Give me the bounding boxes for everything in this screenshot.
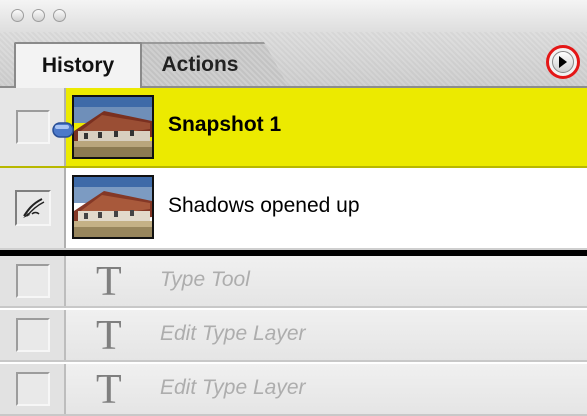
history-source-cell [0,364,66,414]
history-list: Snapshot 1 Shadows opened up T Type Tool… [0,88,587,416]
triangle-right-icon [552,51,574,73]
type-tool-icon: T [96,259,122,305]
history-row-label: Shadows opened up [168,194,360,217]
type-tool-icon: T [96,367,122,413]
history-source-checkbox[interactable] [16,264,50,298]
history-row-label: Edit Type Layer [160,376,306,399]
close-window-button[interactable] [11,9,24,22]
history-row-type-tool[interactable]: T Type Tool [0,256,587,308]
history-source-cell [0,168,66,248]
history-source-checkbox[interactable] [16,372,50,406]
history-row-edit-type-layer[interactable]: T Edit Type Layer [0,310,587,362]
tab-actions[interactable]: Actions [138,42,288,86]
snapshot-thumbnail [72,95,154,159]
history-source-checkbox[interactable] [16,318,50,352]
history-row-shadows[interactable]: Shadows opened up [0,168,587,250]
panel-tab-strip: History Actions [0,32,587,88]
history-source-checkbox[interactable] [16,110,50,144]
history-row-edit-type-layer[interactable]: T Edit Type Layer [0,364,587,416]
minimize-window-button[interactable] [32,9,45,22]
type-tool-icon: T [96,313,122,359]
history-source-cell [0,256,66,306]
zoom-window-button[interactable] [53,9,66,22]
tab-history[interactable]: History [14,42,142,88]
history-row-label: Edit Type Layer [160,322,306,345]
panel-menu-button[interactable] [546,45,580,79]
history-row-label: Type Tool [160,268,250,291]
state-thumbnail [72,175,154,239]
history-brush-icon [23,198,45,218]
history-brush-source[interactable] [15,190,51,226]
history-row-snapshot[interactable]: Snapshot 1 [0,88,587,168]
history-source-cell [0,310,66,360]
window-titlebar [0,0,587,32]
history-row-label: Snapshot 1 [168,113,282,136]
snapshot-marker-icon [52,122,74,138]
